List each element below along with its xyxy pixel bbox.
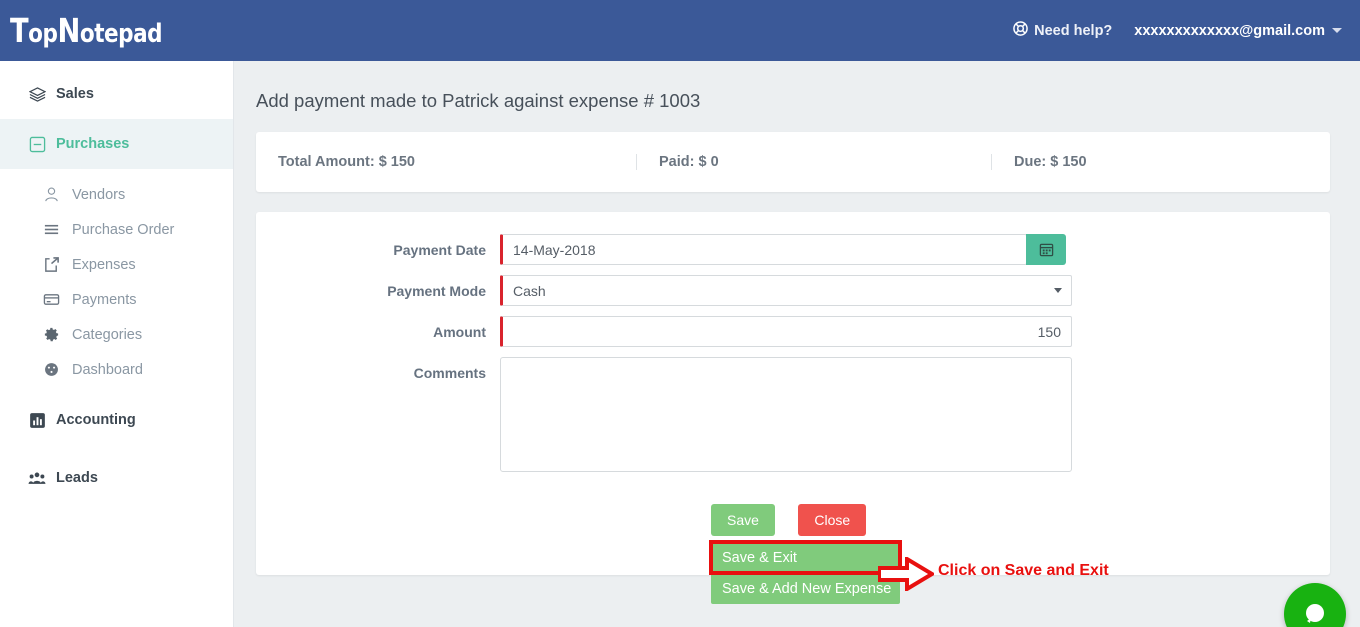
top-header-bar: TopNotepad Need help? xxxxxxxxxxxxx@gmai…: [0, 0, 1360, 61]
brand-logo-t: T: [10, 11, 29, 50]
summary-paid: Paid: $ 0: [636, 154, 991, 170]
chevron-down-icon: [1054, 288, 1062, 293]
payment-summary-card: Total Amount: $ 150 Paid: $ 0 Due: $ 150: [256, 132, 1330, 192]
people-icon: [18, 470, 56, 487]
sidebar-item-label: Payments: [72, 291, 137, 308]
list-icon: [30, 221, 72, 238]
amount-input[interactable]: 150: [500, 316, 1072, 347]
sidebar-item-sales[interactable]: Sales: [0, 69, 233, 119]
comments-textarea[interactable]: [500, 357, 1072, 472]
user-outline-icon: [30, 186, 72, 203]
user-email-label: xxxxxxxxxxxxx@gmail.com: [1134, 22, 1325, 39]
need-help-label: Need help?: [1034, 22, 1113, 39]
close-button[interactable]: Close: [798, 504, 867, 536]
payment-form-card: Payment Date 14-May-2018 Payment Mode Ca…: [256, 212, 1330, 604]
share-icon: [30, 256, 72, 273]
caret-down-icon: [1332, 28, 1342, 33]
brand-logo[interactable]: TopNotepad: [10, 11, 163, 50]
sidebar-item-label: Sales: [56, 86, 94, 102]
payment-date-label: Payment Date: [393, 242, 486, 258]
comments-label: Comments: [413, 365, 486, 381]
brand-logo-n: N: [57, 11, 80, 50]
payment-date-input[interactable]: 14-May-2018: [500, 234, 1027, 265]
credit-card-icon: [30, 291, 72, 308]
bar-chart-icon: [18, 412, 56, 429]
sidebar-item-vendors[interactable]: Vendors: [0, 177, 233, 212]
gear-icon: [30, 326, 72, 343]
sidebar-item-leads[interactable]: Leads: [0, 453, 233, 503]
save-button[interactable]: Save: [711, 504, 775, 536]
sidebar-item-label: Accounting: [56, 412, 136, 428]
payment-date-row: Payment Date 14-May-2018: [256, 234, 1330, 265]
sidebar-item-label: Leads: [56, 470, 98, 486]
amount-label: Amount: [433, 324, 486, 340]
summary-total-label: Total Amount:: [278, 154, 375, 170]
sidebar-item-expenses[interactable]: Expenses: [0, 247, 233, 282]
sidebar-item-payments[interactable]: Payments: [0, 282, 233, 317]
amount-row: Amount 150: [256, 316, 1330, 347]
main-content: Add payment made to Patrick against expe…: [234, 61, 1360, 627]
app-root: TopNotepad Need help? xxxxxxxxxxxxx@gmai…: [0, 0, 1360, 627]
payment-mode-field: Cash: [500, 275, 1072, 306]
save-and-add-new-expense-menu-item[interactable]: Save & Add New Expense: [711, 573, 900, 604]
lifebuoy-icon: [1013, 21, 1028, 40]
sidebar-item-purchases[interactable]: Purchases: [0, 119, 233, 169]
sidebar-item-label: Purchases: [56, 136, 130, 152]
save-dropdown-menu: Save & Exit Save & Add New Expense: [709, 540, 902, 604]
payment-date-field: 14-May-2018: [500, 234, 1066, 265]
sidebar-item-label: Expenses: [72, 256, 136, 273]
right-arrow-annotation-icon: [877, 555, 936, 596]
sidebar-item-label: Vendors: [72, 186, 126, 203]
need-help-button[interactable]: Need help?: [1013, 21, 1112, 40]
summary-paid-value: $ 0: [698, 154, 719, 170]
top-header-right: Need help? xxxxxxxxxxxxx@gmail.com: [1013, 21, 1360, 40]
summary-due-label: Due:: [1014, 154, 1047, 170]
form-actions: Save Close Save & Exit Save & Add New Ex…: [709, 504, 902, 604]
payment-mode-select[interactable]: Cash: [500, 275, 1072, 306]
user-account-menu[interactable]: xxxxxxxxxxxxx@gmail.com: [1134, 23, 1342, 39]
summary-total-amount: Total Amount: $ 150: [256, 154, 636, 170]
summary-due-value: $ 150: [1050, 154, 1087, 170]
sidebar-item-dashboard[interactable]: Dashboard: [0, 352, 233, 387]
sidebar-item-accounting[interactable]: Accounting: [0, 395, 233, 445]
sidebar-item-categories[interactable]: Categories: [0, 317, 233, 352]
comments-row: Comments: [256, 357, 1330, 472]
sidebar-item-label: Purchase Order: [72, 221, 175, 238]
comments-field: [500, 357, 1072, 472]
summary-due: Due: $ 150: [991, 154, 1231, 170]
brand-logo-op: op: [28, 19, 58, 49]
payment-mode-label: Payment Mode: [387, 283, 486, 299]
sidebar-nav: Sales Purchases Vendors Purchase Order E…: [0, 61, 234, 627]
layers-icon: [18, 86, 56, 103]
dashboard-icon: [30, 361, 72, 378]
summary-paid-label: Paid:: [659, 154, 695, 170]
sidebar-item-purchase-order[interactable]: Purchase Order: [0, 212, 233, 247]
save-and-exit-menu-item[interactable]: Save & Exit: [709, 540, 902, 575]
calendar-icon[interactable]: [1026, 234, 1066, 265]
annotation-text: Click on Save and Exit: [938, 562, 1109, 579]
minus-square-icon: [18, 136, 56, 153]
sidebar-item-label: Dashboard: [72, 361, 143, 378]
brand-logo-otepad: otepad: [79, 19, 163, 49]
sidebar-item-label: Categories: [72, 326, 143, 343]
payment-mode-row: Payment Mode Cash: [256, 275, 1330, 306]
summary-total-value: $ 150: [378, 154, 415, 170]
page-title: Add payment made to Patrick against expe…: [256, 90, 701, 111]
amount-field: 150: [500, 316, 1072, 347]
